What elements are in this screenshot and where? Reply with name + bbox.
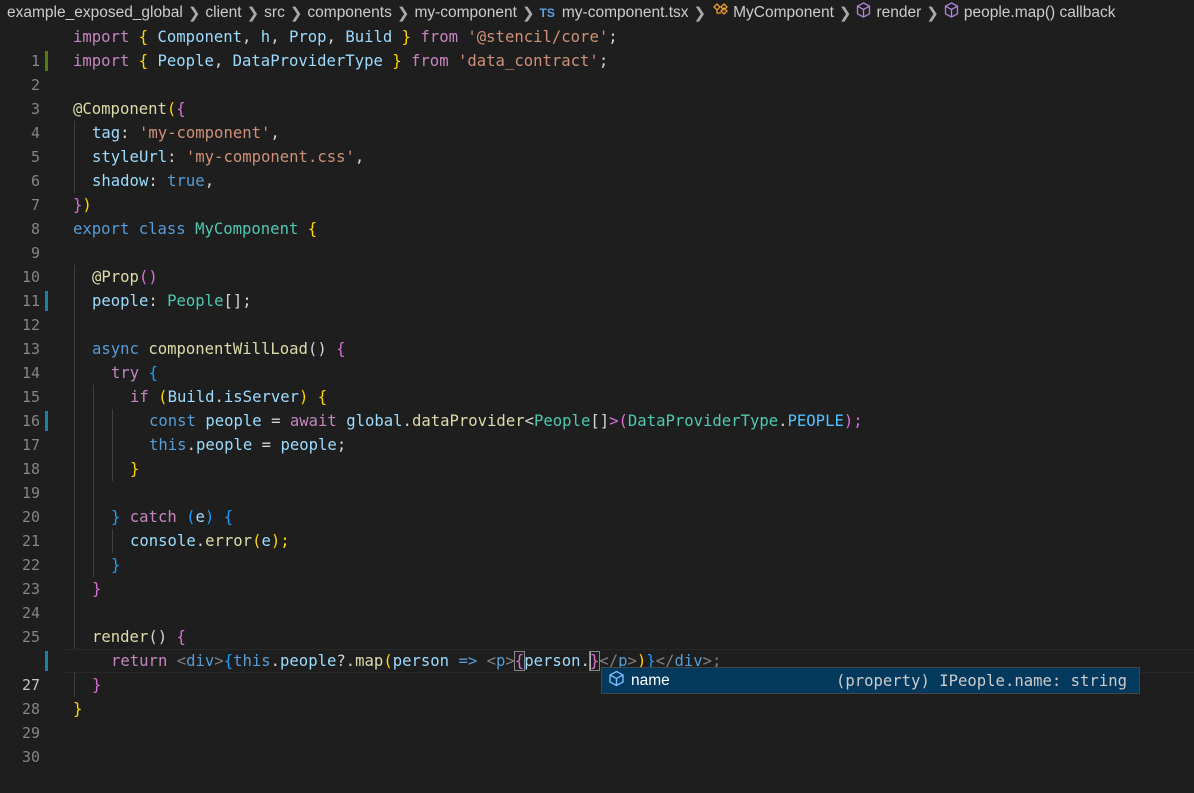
code-text: } [130, 460, 140, 478]
code-text: import { People, DataProviderType } from… [73, 52, 609, 70]
breadcrumb-item-components[interactable]: components [307, 4, 391, 22]
code-line[interactable]: 29 } [0, 697, 1194, 742]
breadcrumb-symbol-callback[interactable]: people.map() callback [964, 4, 1116, 22]
code-line[interactable]: 16 if (Build.isServer) { [0, 385, 1194, 430]
property-cube-icon [608, 670, 625, 691]
code-line[interactable]: 21 } catch (e) { [0, 505, 1194, 550]
code-text: people: People[]; [92, 292, 252, 310]
code-line[interactable]: 13 [0, 313, 1194, 358]
breadcrumb-item-file[interactable]: my-component.tsx [562, 4, 689, 22]
git-modified-marker[interactable] [45, 411, 48, 431]
code-text: if (Build.isServer) { [130, 388, 328, 406]
code-text: } [111, 556, 121, 574]
chevron-right-icon: ❯ [926, 4, 939, 22]
code-text: console.error(e); [130, 532, 290, 550]
suggestion-widget: name (property) IPeople.name: string [601, 667, 1140, 694]
breadcrumb-item-src[interactable]: src [264, 4, 285, 22]
code-line[interactable]: 4 @Component({ [0, 97, 1194, 142]
code-text: render() { [92, 628, 186, 646]
chevron-right-icon: ❯ [289, 4, 303, 22]
class-icon [711, 2, 729, 23]
chevron-right-icon: ❯ [521, 4, 535, 22]
code-line[interactable]: 7 shadow: true, [0, 169, 1194, 214]
code-line[interactable]: 24 } [0, 577, 1194, 622]
breadcrumb-item-client[interactable]: client [205, 4, 241, 22]
code-line[interactable]: 19 } [0, 457, 1194, 502]
git-modified-marker[interactable] [45, 291, 48, 311]
code-text: this.people = people; [149, 436, 347, 454]
code-text: export class MyComponent { [73, 220, 318, 238]
method-cube-icon [856, 2, 871, 23]
code-text: async componentWillLoad() { [92, 340, 346, 358]
suggestion-detail: (property) IPeople.name: string [835, 671, 1127, 690]
code-line[interactable]: 11 @Prop() [0, 265, 1194, 310]
code-line[interactable]: 22 console.error(e); [0, 529, 1194, 574]
git-added-marker[interactable] [45, 51, 48, 71]
code-text: @Component({ [73, 100, 186, 118]
code-editor[interactable]: 1 import { Component, h, Prop, Build } f… [0, 25, 1194, 766]
code-text: tag: 'my-component', [92, 124, 280, 142]
suggestion-item-name[interactable]: name (property) IPeople.name: string [602, 668, 1139, 693]
git-modified-marker[interactable] [45, 651, 48, 671]
code-line[interactable]: 12 people: People[]; [0, 289, 1194, 334]
code-line[interactable]: 26 render() { [0, 625, 1194, 670]
typescript-file-icon: TS [539, 5, 555, 20]
code-line[interactable]: 20 [0, 481, 1194, 526]
breadcrumb-symbol-method[interactable]: render [876, 4, 921, 22]
code-line[interactable]: 30 [0, 721, 1194, 766]
code-line[interactable]: 9 export class MyComponent { [0, 217, 1194, 262]
breadcrumb: example_exposed_global ❯ client ❯ src ❯ … [0, 0, 1194, 25]
code-line[interactable]: 2 import { People, DataProviderType } fr… [0, 49, 1194, 94]
line-number: 30 [21, 748, 40, 766]
code-text: try { [111, 364, 158, 382]
code-text: const people = await global.dataProvider… [149, 412, 863, 430]
code-text: } [92, 580, 102, 598]
code-text: } [92, 676, 102, 694]
code-line[interactable]: 17 const people = await global.dataProvi… [0, 409, 1194, 454]
chevron-right-icon: ❯ [838, 4, 852, 22]
code-line[interactable]: 8 }) [0, 193, 1194, 238]
code-line[interactable]: 1 import { Component, h, Prop, Build } f… [0, 25, 1194, 70]
breadcrumb-item-my-component[interactable]: my-component [414, 4, 517, 22]
code-line[interactable]: 23 } [0, 553, 1194, 598]
code-text: }) [73, 196, 92, 214]
code-text: } [73, 700, 83, 718]
chevron-right-icon: ❯ [187, 4, 201, 22]
chevron-right-icon: ❯ [246, 4, 260, 22]
method-cube-icon [944, 2, 959, 23]
code-line[interactable]: 10 [0, 241, 1194, 286]
chevron-right-icon: ❯ [693, 4, 707, 22]
code-line[interactable]: 18 this.people = people; [0, 433, 1194, 478]
code-text: } catch (e) { [111, 508, 234, 526]
code-line[interactable]: 15 try { [0, 361, 1194, 406]
chevron-right-icon: ❯ [396, 4, 410, 22]
code-line[interactable]: 3 [0, 73, 1194, 118]
code-line[interactable]: 5 tag: 'my-component', [0, 121, 1194, 166]
breadcrumb-symbol-class[interactable]: MyComponent [733, 4, 834, 22]
suggestion-label: name [631, 671, 670, 689]
code-text: import { Component, h, Prop, Build } fro… [73, 28, 618, 46]
code-text: shadow: true, [92, 172, 215, 190]
code-text: styleUrl: 'my-component.css', [92, 148, 365, 166]
code-line[interactable]: 14 async componentWillLoad() { [0, 337, 1194, 382]
code-line[interactable]: 25 [0, 601, 1194, 646]
code-text: @Prop() [92, 268, 158, 286]
code-line[interactable]: 6 styleUrl: 'my-component.css', [0, 145, 1194, 190]
breadcrumb-item-root[interactable]: example_exposed_global [7, 4, 183, 22]
